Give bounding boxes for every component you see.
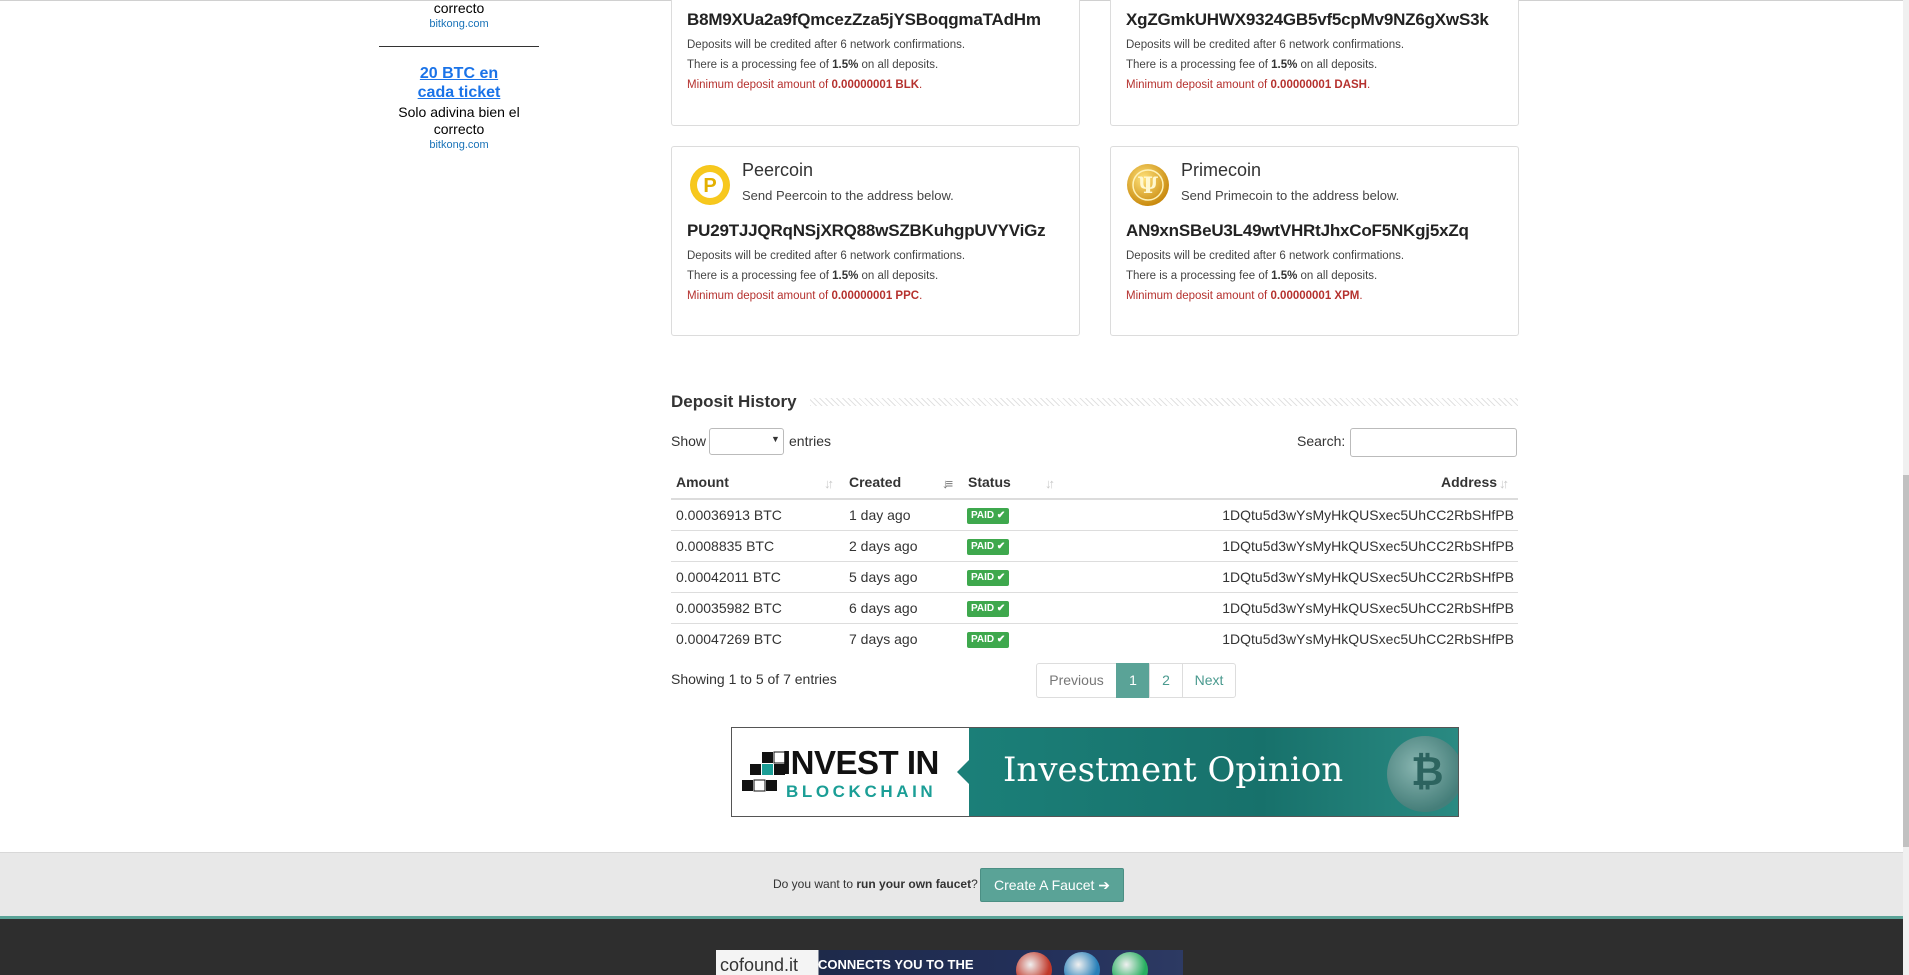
- coin-fee: There is a processing fee of 1.5% on all…: [1126, 270, 1378, 282]
- sidebar-ad-2-source[interactable]: bitkong.com: [379, 138, 539, 152]
- pagination-page-1[interactable]: 1: [1116, 663, 1150, 698]
- coin-address[interactable]: B8M9XUa2a9fQmcezZza5jYSBoqgmaTAdHm: [687, 10, 1041, 30]
- table-info: Showing 1 to 5 of 7 entries: [671, 671, 837, 687]
- sidebar-ad-2[interactable]: 20 BTC en cada ticket Solo adivina bien …: [379, 64, 539, 152]
- sidebar-ad-1-text: correcto: [433, 0, 485, 16]
- blockchain-blocks-icon: [742, 751, 786, 792]
- coin-fee: There is a processing fee of 1.5% on all…: [1126, 59, 1378, 71]
- helmet-icon: [1016, 952, 1052, 975]
- cell-address: 1DQtu5d3wYsMyHkQUSxec5UhCC2RbSHfPB: [1222, 600, 1514, 616]
- sort-icon[interactable]: ↓↑: [824, 476, 834, 491]
- sidebar-ad-1[interactable]: correcto bitkong.com: [379, 0, 539, 31]
- table-row: 0.00042011 BTC 5 days ago PAID ✔ 1DQtu5d…: [671, 562, 1518, 593]
- sort-icon[interactable]: ↓↑: [1045, 476, 1055, 491]
- coin-address[interactable]: PU29TJJQRqNSjXRQ88wSZBKuhgpUVYViGz: [687, 221, 1046, 241]
- peercoin-logo-icon: P: [690, 165, 730, 205]
- svg-text:Ψ: Ψ: [1138, 173, 1158, 199]
- pagination-page-2[interactable]: 2: [1149, 663, 1183, 698]
- banner-opinion-text: Investment Opinion: [1003, 750, 1344, 790]
- coin-confirmations: Deposits will be credited after 6 networ…: [1126, 39, 1405, 51]
- helmet-icon: [1112, 952, 1148, 975]
- section-title-decoration: [810, 398, 1518, 406]
- coin-card-blackcoin: B8M9XUa2a9fQmcezZza5jYSBoqgmaTAdHm Depos…: [671, 0, 1080, 126]
- show-label: Show: [671, 433, 707, 449]
- cell-created: 1 day ago: [849, 507, 911, 523]
- coin-address[interactable]: AN9xnSBeU3L49wtVHRtJhxCoF5NKgj5xZq: [1126, 221, 1469, 241]
- search-input[interactable]: [1350, 428, 1517, 457]
- svg-text:P: P: [703, 175, 716, 197]
- pagination-next[interactable]: Next: [1182, 663, 1236, 698]
- deposit-history-title: Deposit History: [671, 392, 797, 411]
- coin-card-primecoin: Ψ Primecoin Send Primecoin to the addres…: [1110, 146, 1519, 336]
- cofoundit-banner-text: CONNECTS YOU TO THE: [818, 957, 974, 972]
- cell-created: 2 days ago: [849, 538, 918, 554]
- coin-minimum: Minimum deposit amount of 0.00000001 BLK…: [687, 79, 923, 91]
- banner-logo-panel: INVEST IN BLOCKCHAIN: [732, 728, 969, 816]
- cell-created: 7 days ago: [849, 631, 918, 647]
- banner-blockchain-text: BLOCKCHAIN: [786, 782, 937, 801]
- coin-confirmations: Deposits will be credited after 6 networ…: [1126, 250, 1405, 262]
- coin-address[interactable]: XgZGmkUHWX9324GB5vf5cpMv9NZ6gXwS3k: [1126, 10, 1489, 30]
- table-row: 0.00047269 BTC 7 days ago PAID ✔ 1DQtu5d…: [671, 624, 1518, 655]
- coin-confirmations: Deposits will be credited after 6 networ…: [687, 39, 966, 51]
- status-badge: PAID ✔: [967, 601, 1010, 617]
- sidebar-ad-2-title[interactable]: 20 BTC en cada ticket: [379, 64, 539, 102]
- sort-icon[interactable]: ↓↑: [1499, 476, 1509, 491]
- cofoundit-banner[interactable]: cofound.it CONNECTS YOU TO THE: [716, 950, 1183, 975]
- table-row: 0.0008835 BTC 2 days ago PAID ✔ 1DQtu5d3…: [671, 531, 1518, 562]
- banner-invest-text: INVEST IN: [782, 744, 939, 781]
- cell-address: 1DQtu5d3wYsMyHkQUSxec5UhCC2RbSHfPB: [1222, 538, 1514, 554]
- sidebar-ad-1-source[interactable]: bitkong.com: [379, 17, 539, 31]
- cell-amount: 0.00047269 BTC: [676, 631, 782, 647]
- table-row: 0.00036913 BTC 1 day ago PAID ✔ 1DQtu5d3…: [671, 500, 1518, 531]
- coin-card-peercoin: P Peercoin Send Peercoin to the address …: [671, 146, 1080, 336]
- sort-desc-icon[interactable]: ↓≡: [942, 476, 953, 491]
- coin-minimum: Minimum deposit amount of 0.00000001 PPC…: [687, 290, 923, 302]
- cofoundit-logo: cofound.it: [720, 955, 799, 975]
- coin-card-dash: XgZGmkUHWX9324GB5vf5cpMv9NZ6gXwS3k Depos…: [1110, 0, 1519, 126]
- banner-message-panel: Investment Opinion ₿: [969, 728, 1458, 816]
- sidebar-ad-2-text: Solo adivina bien el correcto: [398, 104, 520, 137]
- coin-name: Peercoin: [742, 160, 814, 180]
- helmet-icon: [1064, 952, 1100, 975]
- coin-fee: There is a processing fee of 1.5% on all…: [687, 270, 939, 282]
- status-badge: PAID ✔: [967, 539, 1010, 555]
- coin-name: Primecoin: [1181, 160, 1262, 180]
- primecoin-logo-icon: Ψ: [1126, 163, 1169, 206]
- sidebar-divider: [379, 46, 539, 47]
- footer-question: Do you want to run your own faucet?: [773, 877, 978, 891]
- column-header-status[interactable]: Status: [968, 474, 1011, 490]
- table-row: 0.00035982 BTC 6 days ago PAID ✔ 1DQtu5d…: [671, 593, 1518, 624]
- status-badge: PAID ✔: [967, 570, 1010, 586]
- coin-fee: There is a processing fee of 1.5% on all…: [687, 59, 939, 71]
- bitcoin-coin-icon: ₿: [1387, 736, 1458, 812]
- invest-in-blockchain-banner[interactable]: INVEST IN BLOCKCHAIN Investment Opinion …: [731, 727, 1459, 817]
- column-header-address[interactable]: Address: [1441, 474, 1497, 490]
- cell-amount: 0.00042011 BTC: [676, 569, 781, 585]
- coin-confirmations: Deposits will be credited after 6 networ…: [687, 250, 966, 262]
- search-label: Search:: [1297, 433, 1346, 449]
- cell-amount: 0.00035982 BTC: [676, 600, 782, 616]
- coin-instruction: Send Primecoin to the address below.: [1181, 188, 1400, 203]
- cell-created: 5 days ago: [849, 569, 918, 585]
- coin-instruction: Send Peercoin to the address below.: [742, 188, 954, 203]
- cell-amount: 0.0008835 BTC: [676, 538, 775, 554]
- chevron-down-icon: ▼: [771, 434, 780, 444]
- cell-address: 1DQtu5d3wYsMyHkQUSxec5UhCC2RbSHfPB: [1222, 631, 1514, 647]
- status-badge: PAID ✔: [967, 508, 1010, 524]
- coin-minimum: Minimum deposit amount of 0.00000001 DAS…: [1126, 79, 1371, 91]
- column-header-created[interactable]: Created: [849, 474, 901, 490]
- cell-created: 6 days ago: [849, 600, 918, 616]
- column-header-amount[interactable]: Amount: [676, 474, 729, 490]
- page-scrollbar-thumb[interactable]: [1903, 475, 1909, 847]
- status-badge: PAID ✔: [967, 632, 1010, 648]
- entries-label: entries: [789, 433, 832, 449]
- pagination-previous[interactable]: Previous: [1036, 663, 1117, 698]
- banner-arrow-decoration: [957, 758, 971, 786]
- coin-minimum: Minimum deposit amount of 0.00000001 XPM…: [1126, 290, 1363, 302]
- cell-address: 1DQtu5d3wYsMyHkQUSxec5UhCC2RbSHfPB: [1222, 569, 1514, 585]
- cell-address: 1DQtu5d3wYsMyHkQUSxec5UhCC2RbSHfPB: [1222, 507, 1514, 523]
- cell-amount: 0.00036913 BTC: [676, 507, 782, 523]
- create-faucet-button[interactable]: Create A Faucet ➔: [980, 868, 1124, 902]
